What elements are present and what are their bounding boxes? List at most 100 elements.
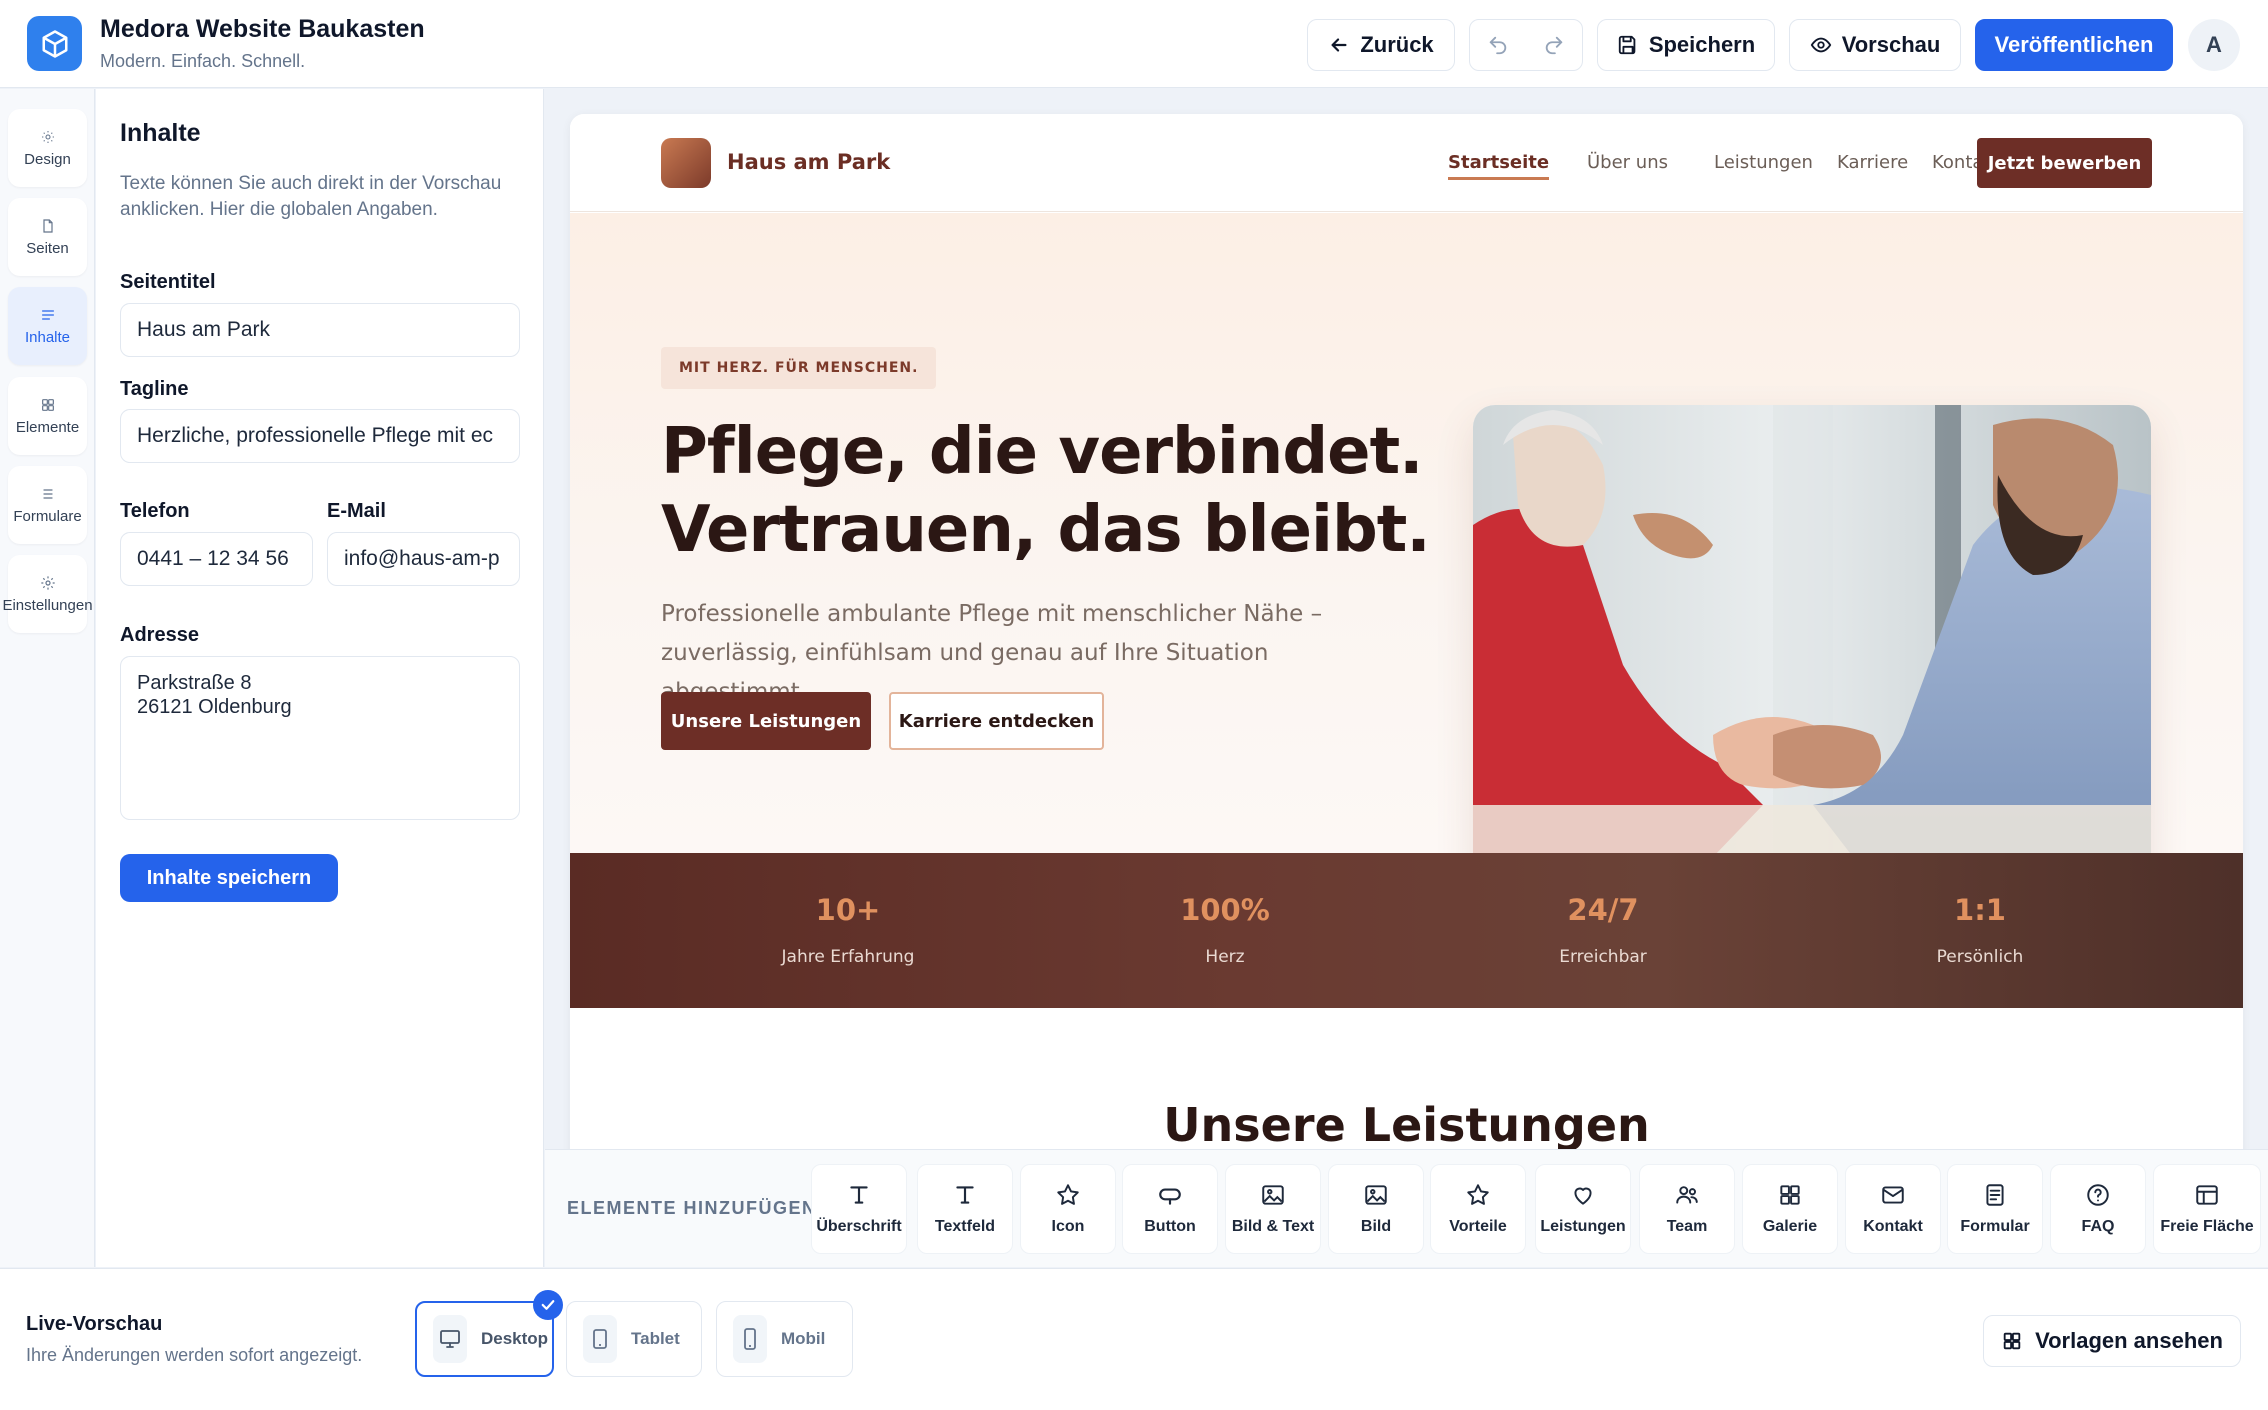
hero-career-button[interactable]: Karriere entdecken	[889, 692, 1104, 750]
rail-item-label: Elemente	[15, 418, 80, 436]
preview-button-label: Vorschau	[1841, 32, 1941, 57]
bottom-bar: Live-Vorschau Ihre Änderungen werden sof…	[0, 1268, 2268, 1410]
arrow-left-icon	[1331, 38, 1347, 52]
rail-item-formulare[interactable]: Formulare	[8, 466, 87, 544]
rail-item-inhalte[interactable]: Inhalte	[8, 287, 87, 365]
element-benefits[interactable]: Vorteile	[1430, 1164, 1526, 1254]
site-apply-button[interactable]: Jetzt bewerben	[1977, 138, 2152, 188]
device-desktop-button[interactable]: Desktop	[415, 1301, 554, 1377]
element-team[interactable]: Team	[1639, 1164, 1735, 1254]
hero-image-card[interactable]	[1473, 405, 2151, 901]
save-content-button[interactable]: Inhalte speichern	[120, 854, 338, 902]
hero-headline[interactable]: Pflege, die verbindet. Vertrauen, das bl…	[661, 413, 1461, 569]
left-rail: Design Seiten Inhalte Elemente Formulare…	[0, 89, 95, 1267]
site-nav-startseite[interactable]: Startseite	[1448, 152, 1550, 180]
back-button-label: Zurück	[1360, 32, 1434, 57]
stat-label: Jahre Erfahrung	[781, 947, 915, 967]
monitor-icon	[433, 1315, 467, 1363]
element-label: Freie Fläche	[2160, 1218, 2254, 1235]
star-icon	[1057, 1184, 1079, 1205]
rail-item-design[interactable]: Design	[8, 109, 87, 187]
element-free-area[interactable]: Freie Fläche	[2153, 1164, 2261, 1254]
element-label: FAQ	[2081, 1218, 2115, 1235]
element-icon[interactable]: Icon	[1020, 1164, 1116, 1254]
publish-button-label: Veröffentlichen	[1994, 32, 2154, 57]
grid-icon	[1780, 1185, 1800, 1205]
element-image[interactable]: Bild	[1328, 1164, 1424, 1254]
site-navbar: Haus am Park Startseite Über uns Leistun…	[570, 114, 2243, 212]
services-section-title[interactable]: Unsere Leistungen	[570, 1098, 2243, 1152]
content-panel: Inhalte Texte können Sie auch direkt in …	[96, 89, 544, 1267]
preview-button[interactable]: Vorschau	[1789, 19, 1961, 71]
panel-title: Inhalte	[120, 119, 201, 147]
site-title-input[interactable]: Haus am Park	[120, 303, 520, 357]
element-label: Button	[1144, 1218, 1196, 1235]
grid-icon	[41, 398, 54, 411]
tablet-icon	[583, 1315, 617, 1363]
avatar[interactable]: A	[2188, 19, 2240, 71]
sun-icon	[41, 130, 54, 143]
hero-photo	[1473, 405, 2151, 857]
stat-item: 10+ Jahre Erfahrung	[698, 853, 998, 1008]
element-label: Vorteile	[1449, 1218, 1507, 1235]
lines-icon	[41, 309, 54, 320]
element-textfield[interactable]: Textfeld	[917, 1164, 1013, 1254]
list-icon	[42, 488, 53, 499]
site-logo	[661, 138, 711, 188]
preview-canvas: Haus am Park Startseite Über uns Leistun…	[545, 89, 2268, 1267]
tagline-input[interactable]: Herzliche, professionelle Pflege mit ec	[120, 409, 520, 463]
device-mobile-button[interactable]: Mobil	[716, 1301, 853, 1377]
mail-icon	[1882, 1186, 1904, 1204]
rail-item-label: Einstellungen	[2, 596, 93, 614]
star-icon	[1467, 1184, 1489, 1205]
app-subtitle: Modern. Einfach. Schnell.	[100, 51, 306, 71]
view-templates-button[interactable]: Vorlagen ansehen	[1983, 1315, 2241, 1367]
stat-value: 1:1	[1954, 893, 2006, 927]
element-label: Textfeld	[934, 1218, 996, 1235]
form-icon	[1986, 1184, 2004, 1206]
undo-redo-group	[1469, 19, 1583, 71]
top-bar: Medora Website Baukasten Modern. Einfach…	[0, 0, 2268, 88]
publish-button[interactable]: Veröffentlichen	[1975, 19, 2173, 71]
phone-input[interactable]: 0441 – 12 34 56	[120, 532, 313, 586]
device-label: Desktop	[481, 1329, 549, 1348]
element-label: Bild & Text	[1231, 1218, 1315, 1235]
redo-icon[interactable]	[1543, 34, 1565, 56]
element-button[interactable]: Button	[1122, 1164, 1218, 1254]
element-faq[interactable]: FAQ	[2050, 1164, 2146, 1254]
site-nav-ueber-uns[interactable]: Über uns	[1587, 152, 1668, 173]
element-form[interactable]: Formular	[1947, 1164, 2043, 1254]
rail-item-einstellungen[interactable]: Einstellungen	[2, 555, 93, 633]
layout-icon	[2196, 1185, 2218, 1205]
email-input[interactable]: info@haus-am-p	[327, 532, 520, 586]
site-nav-karriere[interactable]: Karriere	[1837, 152, 1908, 173]
site-brand-name: Haus am Park	[727, 150, 891, 174]
grid-icon	[2003, 1332, 2021, 1350]
button-icon	[1159, 1188, 1181, 1205]
element-contact[interactable]: Kontakt	[1845, 1164, 1941, 1254]
elements-toolbar: ELEMENTE HINZUFÜGEN Überschrift Textfeld…	[545, 1149, 2268, 1267]
hero-services-button[interactable]: Unsere Leistungen	[661, 692, 871, 750]
back-button[interactable]: Zurück	[1307, 19, 1455, 71]
element-gallery[interactable]: Galerie	[1742, 1164, 1838, 1254]
site-nav-leistungen[interactable]: Leistungen	[1714, 152, 1813, 173]
device-label: Mobil	[781, 1329, 826, 1348]
question-icon	[2087, 1184, 2109, 1206]
stat-item: 100% Herz	[1075, 853, 1375, 1008]
save-button-label: Speichern	[1648, 32, 1756, 57]
rail-item-label: Seiten	[26, 239, 69, 257]
rail-item-elemente[interactable]: Elemente	[8, 377, 87, 455]
undo-icon[interactable]	[1487, 34, 1509, 56]
address-textarea[interactable]: Parkstraße 8 26121 Oldenburg	[120, 656, 520, 820]
element-image-text[interactable]: Bild & Text	[1225, 1164, 1321, 1254]
element-label: Formular	[1960, 1218, 2030, 1235]
device-tablet-button[interactable]: Tablet	[566, 1301, 702, 1377]
stat-label: Herz	[1205, 947, 1245, 967]
save-button[interactable]: Speichern	[1597, 19, 1775, 71]
element-heading[interactable]: Überschrift	[811, 1164, 907, 1254]
rail-item-seiten[interactable]: Seiten	[8, 198, 87, 276]
stat-value: 10+	[815, 893, 881, 927]
gear-icon	[40, 575, 55, 590]
element-services[interactable]: Leistungen	[1535, 1164, 1631, 1254]
view-templates-label: Vorlagen ansehen	[2035, 1328, 2223, 1353]
